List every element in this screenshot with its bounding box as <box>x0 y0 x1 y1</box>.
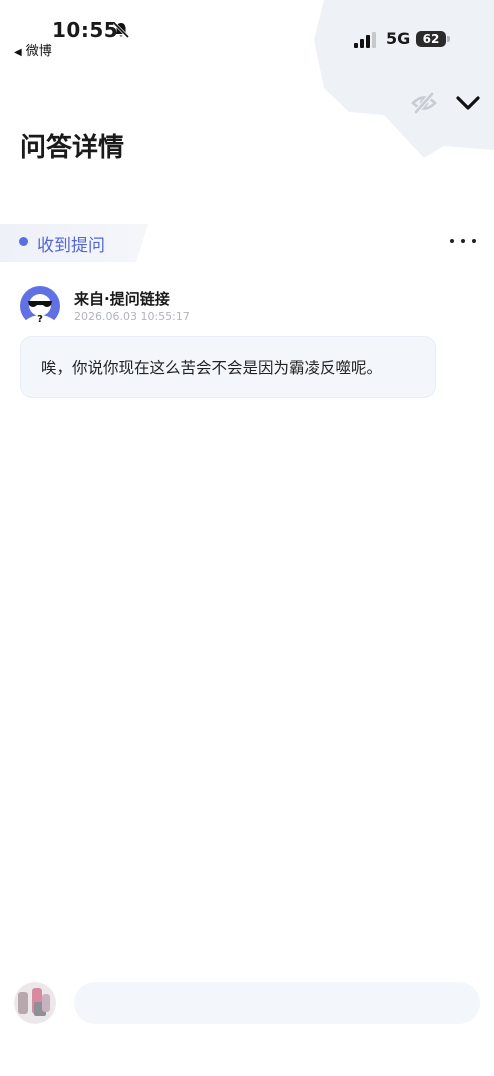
more-icon[interactable] <box>450 234 476 248</box>
svg-text:?: ? <box>37 314 43 325</box>
page-title: 问答详情 <box>20 133 125 163</box>
back-app-label: 微博 <box>25 44 52 59</box>
back-triangle-icon: ◀ <box>14 47 22 58</box>
question-timestamp: 2026.06.03 10:55:17 <box>74 310 190 323</box>
tag-dot <box>19 237 28 246</box>
status-time: 10:55 <box>52 18 119 42</box>
eye-hidden-icon[interactable] <box>410 89 438 117</box>
header-background-shape <box>314 0 494 158</box>
signal-icon <box>354 32 376 48</box>
bell-muted-icon <box>112 21 130 39</box>
battery-level: 62 <box>416 31 446 47</box>
tag-label: 收到提问 <box>37 236 105 256</box>
question-text: 唉，你说你现在这么苦会不会是因为霸凌反噬呢。 <box>20 336 436 398</box>
question-source: 来自·提问链接 <box>74 290 170 308</box>
battery-icon: 62 <box>416 31 450 47</box>
network-type: 5G <box>386 29 411 48</box>
chevron-down-icon[interactable] <box>454 90 482 116</box>
back-to-app-link[interactable]: ◀ 微博 <box>14 40 52 59</box>
user-avatar[interactable] <box>14 982 56 1024</box>
anonymous-avatar: ? <box>20 286 60 326</box>
reply-input[interactable] <box>74 982 480 1024</box>
